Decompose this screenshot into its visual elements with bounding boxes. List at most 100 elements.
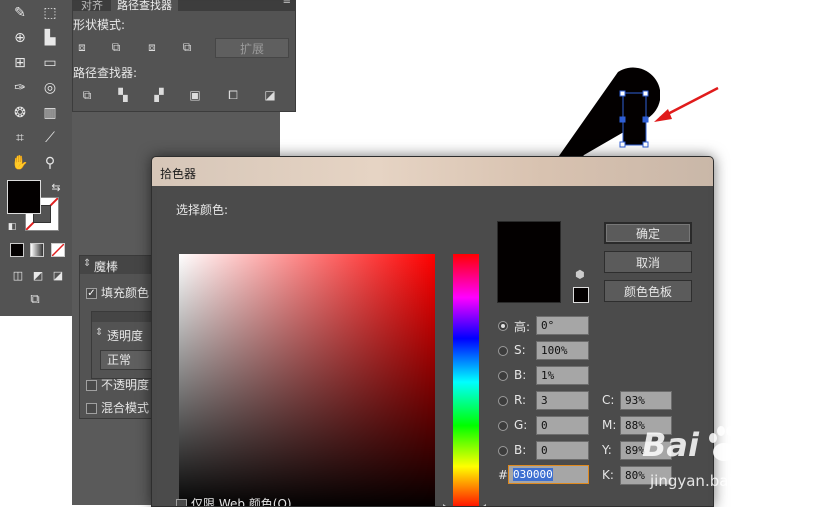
- web-only-option[interactable]: 仅限 Web 颜色(O): [176, 495, 292, 507]
- collapse-arrows-icon[interactable]: ⇕: [83, 258, 91, 269]
- gradient-mode-button[interactable]: [30, 243, 44, 257]
- annotation-arrow-icon: [654, 86, 719, 122]
- green-label: G:: [514, 418, 528, 432]
- blend-mode-checkbox[interactable]: [86, 403, 97, 414]
- watermark-url: jingyan.baidu.com: [650, 472, 789, 490]
- anchor-point[interactable]: [642, 90, 649, 97]
- color-mode-button[interactable]: [10, 243, 24, 257]
- swap-fill-stroke-icon[interactable]: ⇆: [46, 178, 66, 196]
- trim-icon[interactable]: ▚: [114, 87, 132, 103]
- hue-slider[interactable]: [453, 254, 479, 506]
- watermark-brand-2: 经验: [742, 436, 795, 466]
- fill-color-checkbox[interactable]: ✓: [86, 288, 97, 299]
- screen-mode-icon[interactable]: ⧉: [25, 290, 45, 308]
- hex-value: 030000: [513, 468, 553, 481]
- black-label: K:: [602, 468, 614, 482]
- eyedropper-tool-icon[interactable]: ✑: [10, 79, 30, 97]
- ok-button[interactable]: 确定: [604, 222, 692, 244]
- fill-color-option[interactable]: ✓ 填充颜色: [86, 284, 149, 301]
- blend-mode-option[interactable]: 混合模式: [86, 399, 149, 416]
- blue-field[interactable]: 0: [536, 441, 589, 460]
- hex-label: #: [498, 468, 509, 482]
- blend-tool-icon[interactable]: ◎: [40, 79, 60, 97]
- slice-tool-icon[interactable]: ⟋: [40, 129, 60, 147]
- none-mode-button[interactable]: [51, 243, 65, 257]
- panel-menu-icon[interactable]: ≡: [283, 0, 291, 7]
- red-label: R:: [514, 393, 527, 407]
- anchor-point[interactable]: [619, 116, 626, 123]
- tab-pathfinder[interactable]: 路径查找器: [111, 0, 178, 12]
- blue-label: B:: [514, 443, 527, 457]
- cancel-button[interactable]: 取消: [604, 251, 692, 273]
- anchor-point[interactable]: [619, 90, 626, 97]
- mesh-tool-icon[interactable]: ⊞: [10, 54, 30, 72]
- saturation-field[interactable]: 100%: [536, 341, 589, 360]
- anchor-point[interactable]: [619, 141, 626, 148]
- pathfinders-label: 路径查找器:: [73, 66, 138, 80]
- select-color-label: 选择颜色:: [176, 203, 229, 217]
- transparency-title[interactable]: 透明度: [107, 327, 143, 344]
- draw-normal-icon[interactable]: ◫: [8, 266, 28, 284]
- red-radio[interactable]: [498, 396, 508, 406]
- intersect-icon[interactable]: ⧈: [143, 39, 161, 55]
- color-swatches-button[interactable]: 颜色色板: [604, 280, 692, 302]
- paw-logo-icon: [709, 426, 741, 461]
- hue-radio[interactable]: [498, 321, 508, 331]
- green-radio[interactable]: [498, 421, 508, 431]
- shape-builder-tool-icon[interactable]: ⊕: [10, 29, 30, 47]
- column-graph-tool-icon[interactable]: ▥: [40, 104, 60, 122]
- fill-swatch[interactable]: [7, 180, 41, 214]
- saturation-radio[interactable]: [498, 346, 508, 356]
- web-safe-color-swatch[interactable]: [573, 287, 589, 303]
- dialog-title-bar[interactable]: 拾色器: [152, 157, 713, 186]
- graph-tool-icon[interactable]: ▙: [40, 29, 60, 47]
- direct-selection-tool-icon[interactable]: ⬚: [40, 4, 60, 22]
- symbol-sprayer-tool-icon[interactable]: ❂: [10, 104, 30, 122]
- hex-field[interactable]: 030000: [508, 465, 589, 484]
- web-only-checkbox[interactable]: [176, 499, 187, 506]
- collapse-arrows-icon[interactable]: ⇕: [95, 327, 103, 338]
- anchor-point[interactable]: [642, 116, 649, 123]
- artboard-canvas[interactable]: [520, 60, 660, 170]
- unite-icon[interactable]: ⧈: [73, 39, 91, 55]
- hand-tool-icon[interactable]: ✋: [10, 154, 30, 172]
- dialog-body: 选择颜色: ⬢ 确定 取消 颜色色板 高: 0° S: 100% B: 1% R…: [157, 186, 708, 506]
- merge-icon[interactable]: ▞: [150, 87, 168, 103]
- cyan-label: C:: [602, 393, 615, 407]
- blue-radio[interactable]: [498, 446, 508, 456]
- tools-panel: ✎ ⬚ ⊕ ▙ ⊞ ▭ ✑ ◎ ❂ ▥ ⌗ ⟋ ✋ ⚲ ⇆ ◧ ◫ ◩ ◪ ⧉: [0, 0, 73, 316]
- draw-inside-icon[interactable]: ◪: [48, 266, 68, 284]
- anchor-point[interactable]: [642, 141, 649, 148]
- panel-tab-bar: 对齐 路径查找器 ≡: [73, 0, 295, 12]
- curvature-tool-icon[interactable]: ✎: [10, 4, 30, 22]
- web-only-label: 仅限 Web 颜色(O): [191, 497, 292, 507]
- opacity-checkbox[interactable]: [86, 380, 97, 391]
- draw-behind-icon[interactable]: ◩: [28, 266, 48, 284]
- dialog-title: 拾色器: [160, 167, 197, 181]
- exclude-icon[interactable]: ⧉: [178, 39, 196, 55]
- divide-icon[interactable]: ⧉: [78, 87, 96, 103]
- hue-field[interactable]: 0°: [536, 316, 589, 335]
- magic-wand-title[interactable]: 魔棒: [94, 258, 118, 275]
- red-field[interactable]: 3: [536, 391, 589, 410]
- saturation-brightness-field[interactable]: [179, 254, 435, 506]
- saturation-label: S:: [514, 343, 526, 357]
- default-colors-icon[interactable]: ◧: [2, 218, 22, 236]
- crop-icon[interactable]: ▣: [186, 87, 204, 103]
- minus-front-icon[interactable]: ⧉: [107, 39, 125, 55]
- brightness-field[interactable]: 1%: [536, 366, 589, 385]
- brightness-radio[interactable]: [498, 371, 508, 381]
- artboard-tool-icon[interactable]: ⌗: [10, 129, 30, 147]
- gradient-tool-icon[interactable]: ▭: [40, 54, 60, 72]
- panel-tab-bar: ⇕ 魔棒: [80, 256, 160, 274]
- new-color-preview: [497, 221, 561, 303]
- yellow-label: Y:: [602, 443, 612, 457]
- expand-button[interactable]: 扩展: [215, 38, 289, 58]
- minus-back-icon[interactable]: ◪: [261, 87, 279, 103]
- outline-icon[interactable]: ⧠: [224, 87, 242, 103]
- out-of-gamut-cube-icon[interactable]: ⬢: [575, 268, 585, 281]
- opacity-label: 不透明度: [101, 378, 150, 392]
- green-field[interactable]: 0: [536, 416, 589, 435]
- tab-align[interactable]: 对齐: [75, 0, 109, 12]
- zoom-tool-icon[interactable]: ⚲: [40, 154, 60, 172]
